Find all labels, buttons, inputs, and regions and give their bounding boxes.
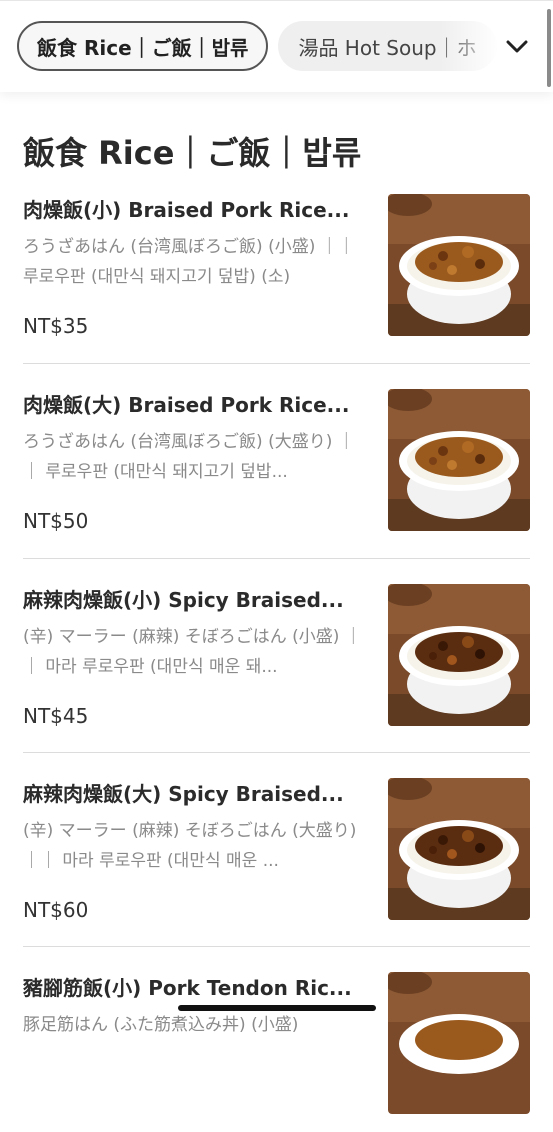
divider — [23, 752, 530, 753]
item-description: (辛) マーラー (麻辣) そぼろごはん (大盛り) ｜｜ 마라 루로우판 (대… — [23, 821, 357, 871]
item-photo[interactable] — [388, 778, 530, 920]
item-name: 麻辣肉燥飯(小) Spicy Braised... — [23, 588, 344, 612]
divider — [23, 558, 530, 559]
chevron-down-icon — [506, 40, 528, 53]
category-chips: 飯食 Rice｜ご飯｜밥류 湯品 Hot Soup｜ホ — [17, 21, 497, 73]
menu-item[interactable]: 麻辣肉燥飯(小) Spicy Braised... (辛) マーラー (麻辣) … — [23, 584, 530, 744]
menu-item[interactable]: 肉燥飯(小) Braised Pork Rice... ろうざあはん (台湾風ぼ… — [23, 194, 530, 354]
item-photo[interactable] — [388, 584, 530, 726]
section-title: 飯食 Rice｜ご飯｜밥류 — [23, 134, 362, 172]
menu-item[interactable]: 豬腳筋飯(小) Pork Tendon Ric... 豚足筋はん (ふた筋煮込み… — [23, 972, 530, 1132]
item-name: 豬腳筋飯(小) Pork Tendon Ric... — [23, 976, 352, 1000]
scrollbar[interactable] — [547, 1, 553, 93]
item-description: 豚足筋はん (ふた筋煮込み丼) (小盛) — [23, 1015, 299, 1035]
item-price: NT$35 — [23, 314, 89, 338]
item-name: 麻辣肉燥飯(大) Spicy Braised... — [23, 782, 344, 806]
item-description: ろうざあはん (台湾風ぼろご飯) (大盛り) ｜｜ 루로우판 (대만식 돼지고기… — [23, 432, 355, 482]
expand-categories-button[interactable] — [497, 21, 537, 73]
chips-fade — [440, 21, 500, 73]
home-indicator[interactable] — [178, 1005, 376, 1011]
category-chip-rice[interactable]: 飯食 Rice｜ご飯｜밥류 — [17, 21, 269, 71]
item-price: NT$45 — [23, 704, 89, 728]
scrollbar-thumb[interactable] — [547, 9, 551, 87]
item-photo[interactable] — [388, 972, 530, 1114]
item-description: ろうざあはん (台湾風ぼろご飯) (小盛) ｜｜ 루로우판 (대만식 돼지고기 … — [23, 237, 355, 287]
item-photo[interactable] — [388, 389, 530, 531]
item-name: 肉燥飯(小) Braised Pork Rice... — [23, 198, 350, 222]
item-price: NT$60 — [23, 898, 89, 922]
divider — [23, 363, 530, 364]
item-name: 肉燥飯(大) Braised Pork Rice... — [23, 393, 350, 417]
menu-item[interactable]: 肉燥飯(大) Braised Pork Rice... ろうざあはん (台湾風ぼ… — [23, 389, 530, 549]
divider — [23, 946, 530, 947]
menu-item[interactable]: 麻辣肉燥飯(大) Spicy Braised... (辛) マーラー (麻辣) … — [23, 778, 530, 938]
category-bar: 飯食 Rice｜ご飯｜밥류 湯品 Hot Soup｜ホ — [0, 0, 553, 92]
item-price: NT$50 — [23, 509, 89, 533]
item-photo[interactable] — [388, 194, 530, 336]
item-description: (辛) マーラー (麻辣) そぼろごはん (小盛) ｜｜ 마라 루로우판 (대만… — [23, 627, 362, 677]
